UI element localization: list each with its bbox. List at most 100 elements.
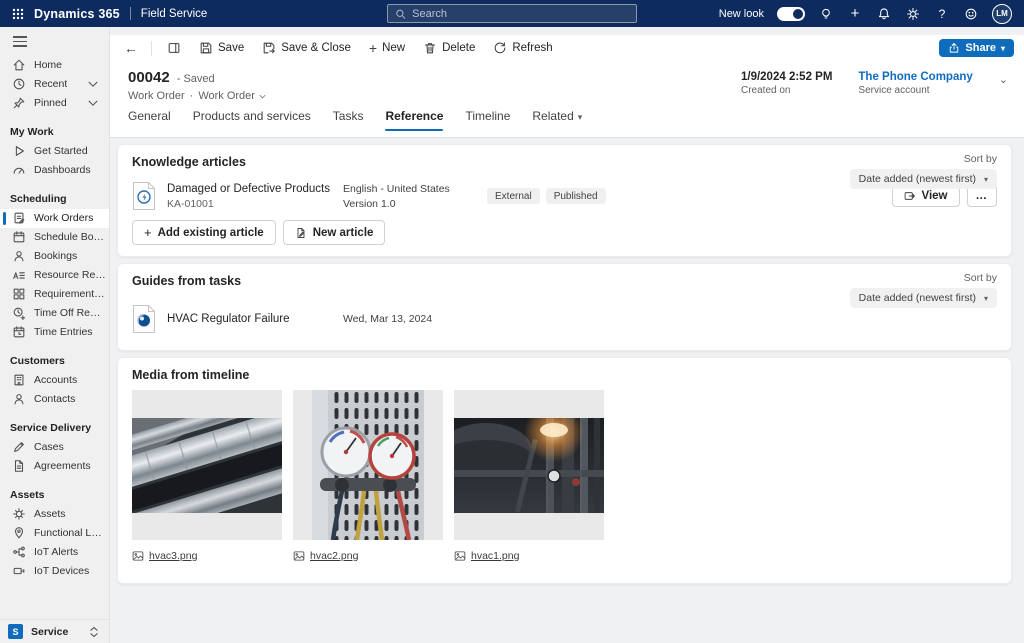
media-thumbnail-boiler-room[interactable] <box>454 390 604 540</box>
guide-icon <box>132 304 156 334</box>
image-icon <box>454 550 466 562</box>
sidebar-group-customers: Customers <box>0 352 109 371</box>
chevron-down-icon: ▾ <box>1001 44 1005 53</box>
sidebar-item-accounts[interactable]: Accounts <box>0 371 109 390</box>
tab-timeline[interactable]: Timeline <box>465 109 510 131</box>
sidebar-item-recent[interactable]: Recent <box>0 75 109 94</box>
clock-icon <box>12 77 26 91</box>
home-icon <box>12 58 26 72</box>
knowledge-sort-dropdown[interactable]: Date added (newest first) ▾ <box>850 169 997 189</box>
article-language: English - United States <box>343 183 487 195</box>
guide-row[interactable]: HVAC Regulator Failure Wed, Mar 13, 2024 <box>132 304 997 334</box>
media-thumbnail-gauges[interactable] <box>293 390 443 540</box>
sidebar-item-contacts[interactable]: Contacts <box>0 390 109 409</box>
sidebar-item-bookings[interactable]: Bookings <box>0 247 109 266</box>
tab-reference[interactable]: Reference <box>385 109 443 131</box>
sidebar-item-agreements[interactable]: Agreements <box>0 457 109 476</box>
sort-by-label: Sort by <box>850 153 997 165</box>
pin-icon <box>12 96 26 110</box>
save-button[interactable]: Save <box>191 38 252 58</box>
tab-general[interactable]: General <box>128 109 171 131</box>
sidebar-item-iot-devices[interactable]: IoT Devices <box>0 562 109 581</box>
lightbulb-icon[interactable] <box>818 6 834 22</box>
add-existing-label: Add existing article <box>158 227 264 239</box>
back-button[interactable]: ← <box>118 40 144 56</box>
help-icon[interactable]: ? <box>934 6 950 22</box>
brand-title[interactable]: Dynamics 365 <box>34 7 120 21</box>
waffle-icon[interactable] <box>0 8 34 20</box>
tab-related-label: Related <box>532 109 573 123</box>
sidebar-group-service-delivery: Service Delivery <box>0 419 109 438</box>
feedback-icon[interactable] <box>963 6 979 22</box>
media-thumbnail-ductwork[interactable] <box>132 390 282 540</box>
header-expand-chevron[interactable]: ⌄ <box>999 73 1008 86</box>
add-icon: + <box>369 40 377 56</box>
hamburger-menu-icon[interactable] <box>0 27 109 56</box>
media-file-link[interactable]: hvac3.png <box>149 550 197 562</box>
refresh-button[interactable]: Refresh <box>485 38 560 58</box>
sidebar-group-assets: Assets <box>0 486 109 505</box>
save-and-close-button[interactable]: Save & Close <box>254 38 359 58</box>
new-button[interactable]: + New <box>361 37 413 59</box>
media-caption: hvac3.png <box>132 550 282 562</box>
guides-sort-dropdown[interactable]: Date added (newest first) ▾ <box>850 288 997 308</box>
media-tile: hvac1.png <box>454 390 604 562</box>
sidebar-item-resource-requirements[interactable]: Resource Requireme… <box>0 266 109 285</box>
command-bar: ← Save Save & Close + New Delete <box>110 35 1024 61</box>
play-icon <box>12 144 26 158</box>
published-badge: Published <box>546 188 606 204</box>
sidebar-item-schedule-board[interactable]: Schedule Board <box>0 228 109 247</box>
bell-icon[interactable] <box>876 6 892 22</box>
app-name[interactable]: Field Service <box>141 8 207 20</box>
share-icon <box>948 42 960 54</box>
iot-alert-icon <box>12 545 26 559</box>
sort-value: Date added (newest first) <box>859 173 976 185</box>
sidebar-item-iot-alerts[interactable]: IoT Alerts <box>0 543 109 562</box>
calendar-icon <box>12 230 26 244</box>
sidebar-item-assets[interactable]: Assets <box>0 505 109 524</box>
add-icon[interactable]: + <box>847 6 863 22</box>
gear-icon[interactable] <box>905 6 921 22</box>
guides-from-tasks-card: Guides from tasks Sort by Date added (ne… <box>117 263 1012 351</box>
tab-tasks[interactable]: Tasks <box>333 109 364 131</box>
sidebar-item-home[interactable]: Home <box>0 56 109 75</box>
new-look-toggle[interactable] <box>777 7 805 21</box>
share-label: Share <box>965 42 996 54</box>
sidebar-item-time-entries[interactable]: Time Entries <box>0 323 109 342</box>
search-input[interactable] <box>412 8 629 20</box>
guide-date: Wed, Mar 13, 2024 <box>343 313 487 325</box>
side-pane-button[interactable] <box>159 38 189 58</box>
area-switcher[interactable]: S Service <box>0 619 109 643</box>
person-icon <box>12 249 26 263</box>
new-article-button[interactable]: New article <box>283 220 386 245</box>
sidebar-item-cases[interactable]: Cases <box>0 438 109 457</box>
sidebar-item-pinned[interactable]: Pinned <box>0 94 109 113</box>
media-file-link[interactable]: hvac1.png <box>471 550 519 562</box>
record-title-block: 00042 - Saved Work Order · Work Order <box>128 69 267 102</box>
sidebar-item-dashboards[interactable]: Dashboards <box>0 161 109 180</box>
sidebar-item-label: Pinned <box>34 97 67 109</box>
sidebar-item-functional-locations[interactable]: Functional Locations <box>0 524 109 543</box>
sidebar-item-get-started[interactable]: Get Started <box>0 142 109 161</box>
media-file-link[interactable]: hvac2.png <box>310 550 358 562</box>
tab-related[interactable]: Related▾ <box>532 109 582 131</box>
sidebar-item-time-off-requests[interactable]: Time Off Requests <box>0 304 109 323</box>
sidebar-item-label: Functional Locations <box>34 527 106 539</box>
new-label: New <box>382 42 405 54</box>
sidebar-item-work-orders[interactable]: Work Orders <box>0 209 109 228</box>
sort-value: Date added (newest first) <box>859 292 976 304</box>
sidebar-item-requirement-groups[interactable]: Requirement Groups <box>0 285 109 304</box>
global-search[interactable] <box>387 4 637 23</box>
tab-products-and-services[interactable]: Products and services <box>193 109 311 131</box>
service-account-link[interactable]: The Phone Company <box>858 71 972 83</box>
add-existing-article-button[interactable]: + Add existing article <box>132 220 276 245</box>
time-off-icon <box>12 306 26 320</box>
form-selector[interactable]: Work Order <box>198 90 267 102</box>
save-icon <box>199 41 213 55</box>
share-button[interactable]: Share ▾ <box>939 39 1014 57</box>
header-fields: 1/9/2024 2:52 PM Created on The Phone Co… <box>741 69 1008 96</box>
media-tile: hvac3.png <box>132 390 282 562</box>
delete-button[interactable]: Delete <box>415 38 483 58</box>
avatar[interactable]: LM <box>992 4 1012 24</box>
sidebar-group-scheduling: Scheduling <box>0 190 109 209</box>
